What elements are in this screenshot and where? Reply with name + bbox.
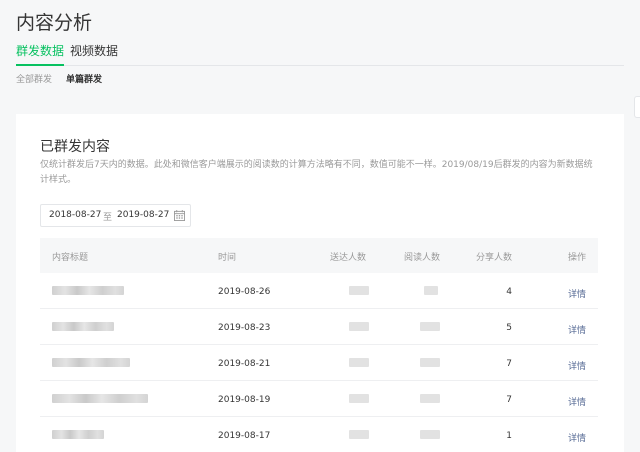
- redacted-title: [52, 322, 114, 331]
- content-table: 内容标题 时间 送达人数 阅读人数 分享人数 操作 2019-08-26 4 详…: [40, 238, 598, 452]
- table-row: 2019-08-21 7 详情: [40, 345, 598, 381]
- row-time: 2019-08-21: [218, 359, 271, 369]
- content-card: 已群发内容 仅统计群发后7天内的数据。此处和微信客户端展示的阅读数的计算方法略有…: [16, 114, 624, 452]
- redacted-readers: [424, 286, 438, 295]
- row-time: 2019-08-26: [218, 287, 271, 297]
- col-delivered-header: 送达人数: [330, 253, 367, 263]
- redacted-title: [52, 358, 130, 367]
- row-time: 2019-08-17: [218, 431, 271, 441]
- section-title: 已群发内容: [40, 139, 110, 155]
- date-end: 2019-08-27: [117, 210, 170, 220]
- table-row: 2019-08-23 5 详情: [40, 309, 598, 345]
- redacted-readers: [420, 358, 440, 367]
- page-title: 内容分析: [16, 12, 93, 34]
- date-start: 2018-08-27: [49, 210, 102, 220]
- row-time: 2019-08-19: [218, 395, 271, 405]
- table-row: 2019-08-19 7 详情: [40, 381, 598, 417]
- redacted-title: [52, 430, 104, 439]
- col-readers-header: 阅读人数: [404, 253, 441, 263]
- section-description: 仅统计群发后7天内的数据。此处和微信客户端展示的阅读数的计算方法略有不同，数值可…: [40, 160, 593, 185]
- detail-link[interactable]: 详情: [568, 287, 586, 300]
- table-header: 内容标题 时间 送达人数 阅读人数 分享人数 操作: [40, 238, 598, 273]
- tab-mass-send-data[interactable]: 群发数据: [16, 42, 65, 66]
- row-shares: 7: [506, 359, 512, 369]
- table-row: 2019-08-26 4 详情: [40, 273, 598, 309]
- calendar-icon: [174, 210, 185, 221]
- row-shares: 1: [506, 431, 512, 441]
- redacted-delivered: [349, 286, 369, 295]
- main-tab-bar: 群发数据 视频数据: [16, 42, 624, 66]
- redacted-readers: [420, 322, 440, 331]
- subtab-single-mass-send[interactable]: 单篇群发: [66, 72, 102, 85]
- tab-video-data[interactable]: 视频数据: [70, 42, 118, 66]
- redacted-title: [52, 394, 148, 403]
- redacted-readers: [420, 430, 440, 439]
- detail-link[interactable]: 详情: [568, 359, 586, 372]
- row-time: 2019-08-23: [218, 323, 271, 333]
- redacted-delivered: [349, 394, 369, 403]
- col-title-header: 内容标题: [52, 253, 89, 263]
- redacted-delivered: [349, 358, 369, 367]
- detail-link[interactable]: 详情: [568, 431, 586, 444]
- redacted-delivered: [349, 322, 369, 331]
- date-range-picker[interactable]: 2018-08-27 至 2019-08-27: [40, 204, 191, 227]
- col-action-header: 操作: [567, 253, 586, 263]
- row-shares: 5: [506, 323, 512, 333]
- subtab-all-mass-send[interactable]: 全部群发: [16, 72, 52, 85]
- row-shares: 7: [506, 395, 512, 405]
- redacted-readers: [420, 394, 440, 403]
- table-row: 2019-08-17 1 详情: [40, 417, 598, 452]
- redacted-title: [52, 286, 124, 295]
- row-shares: 4: [506, 287, 512, 297]
- detail-link[interactable]: 详情: [568, 323, 586, 336]
- date-separator: 至: [103, 213, 113, 223]
- detail-link[interactable]: 详情: [568, 395, 586, 408]
- col-shares-header: 分享人数: [475, 253, 512, 263]
- redacted-delivered: [349, 430, 369, 439]
- side-panel-handle[interactable]: [634, 96, 640, 118]
- col-time-header: 时间: [218, 253, 237, 263]
